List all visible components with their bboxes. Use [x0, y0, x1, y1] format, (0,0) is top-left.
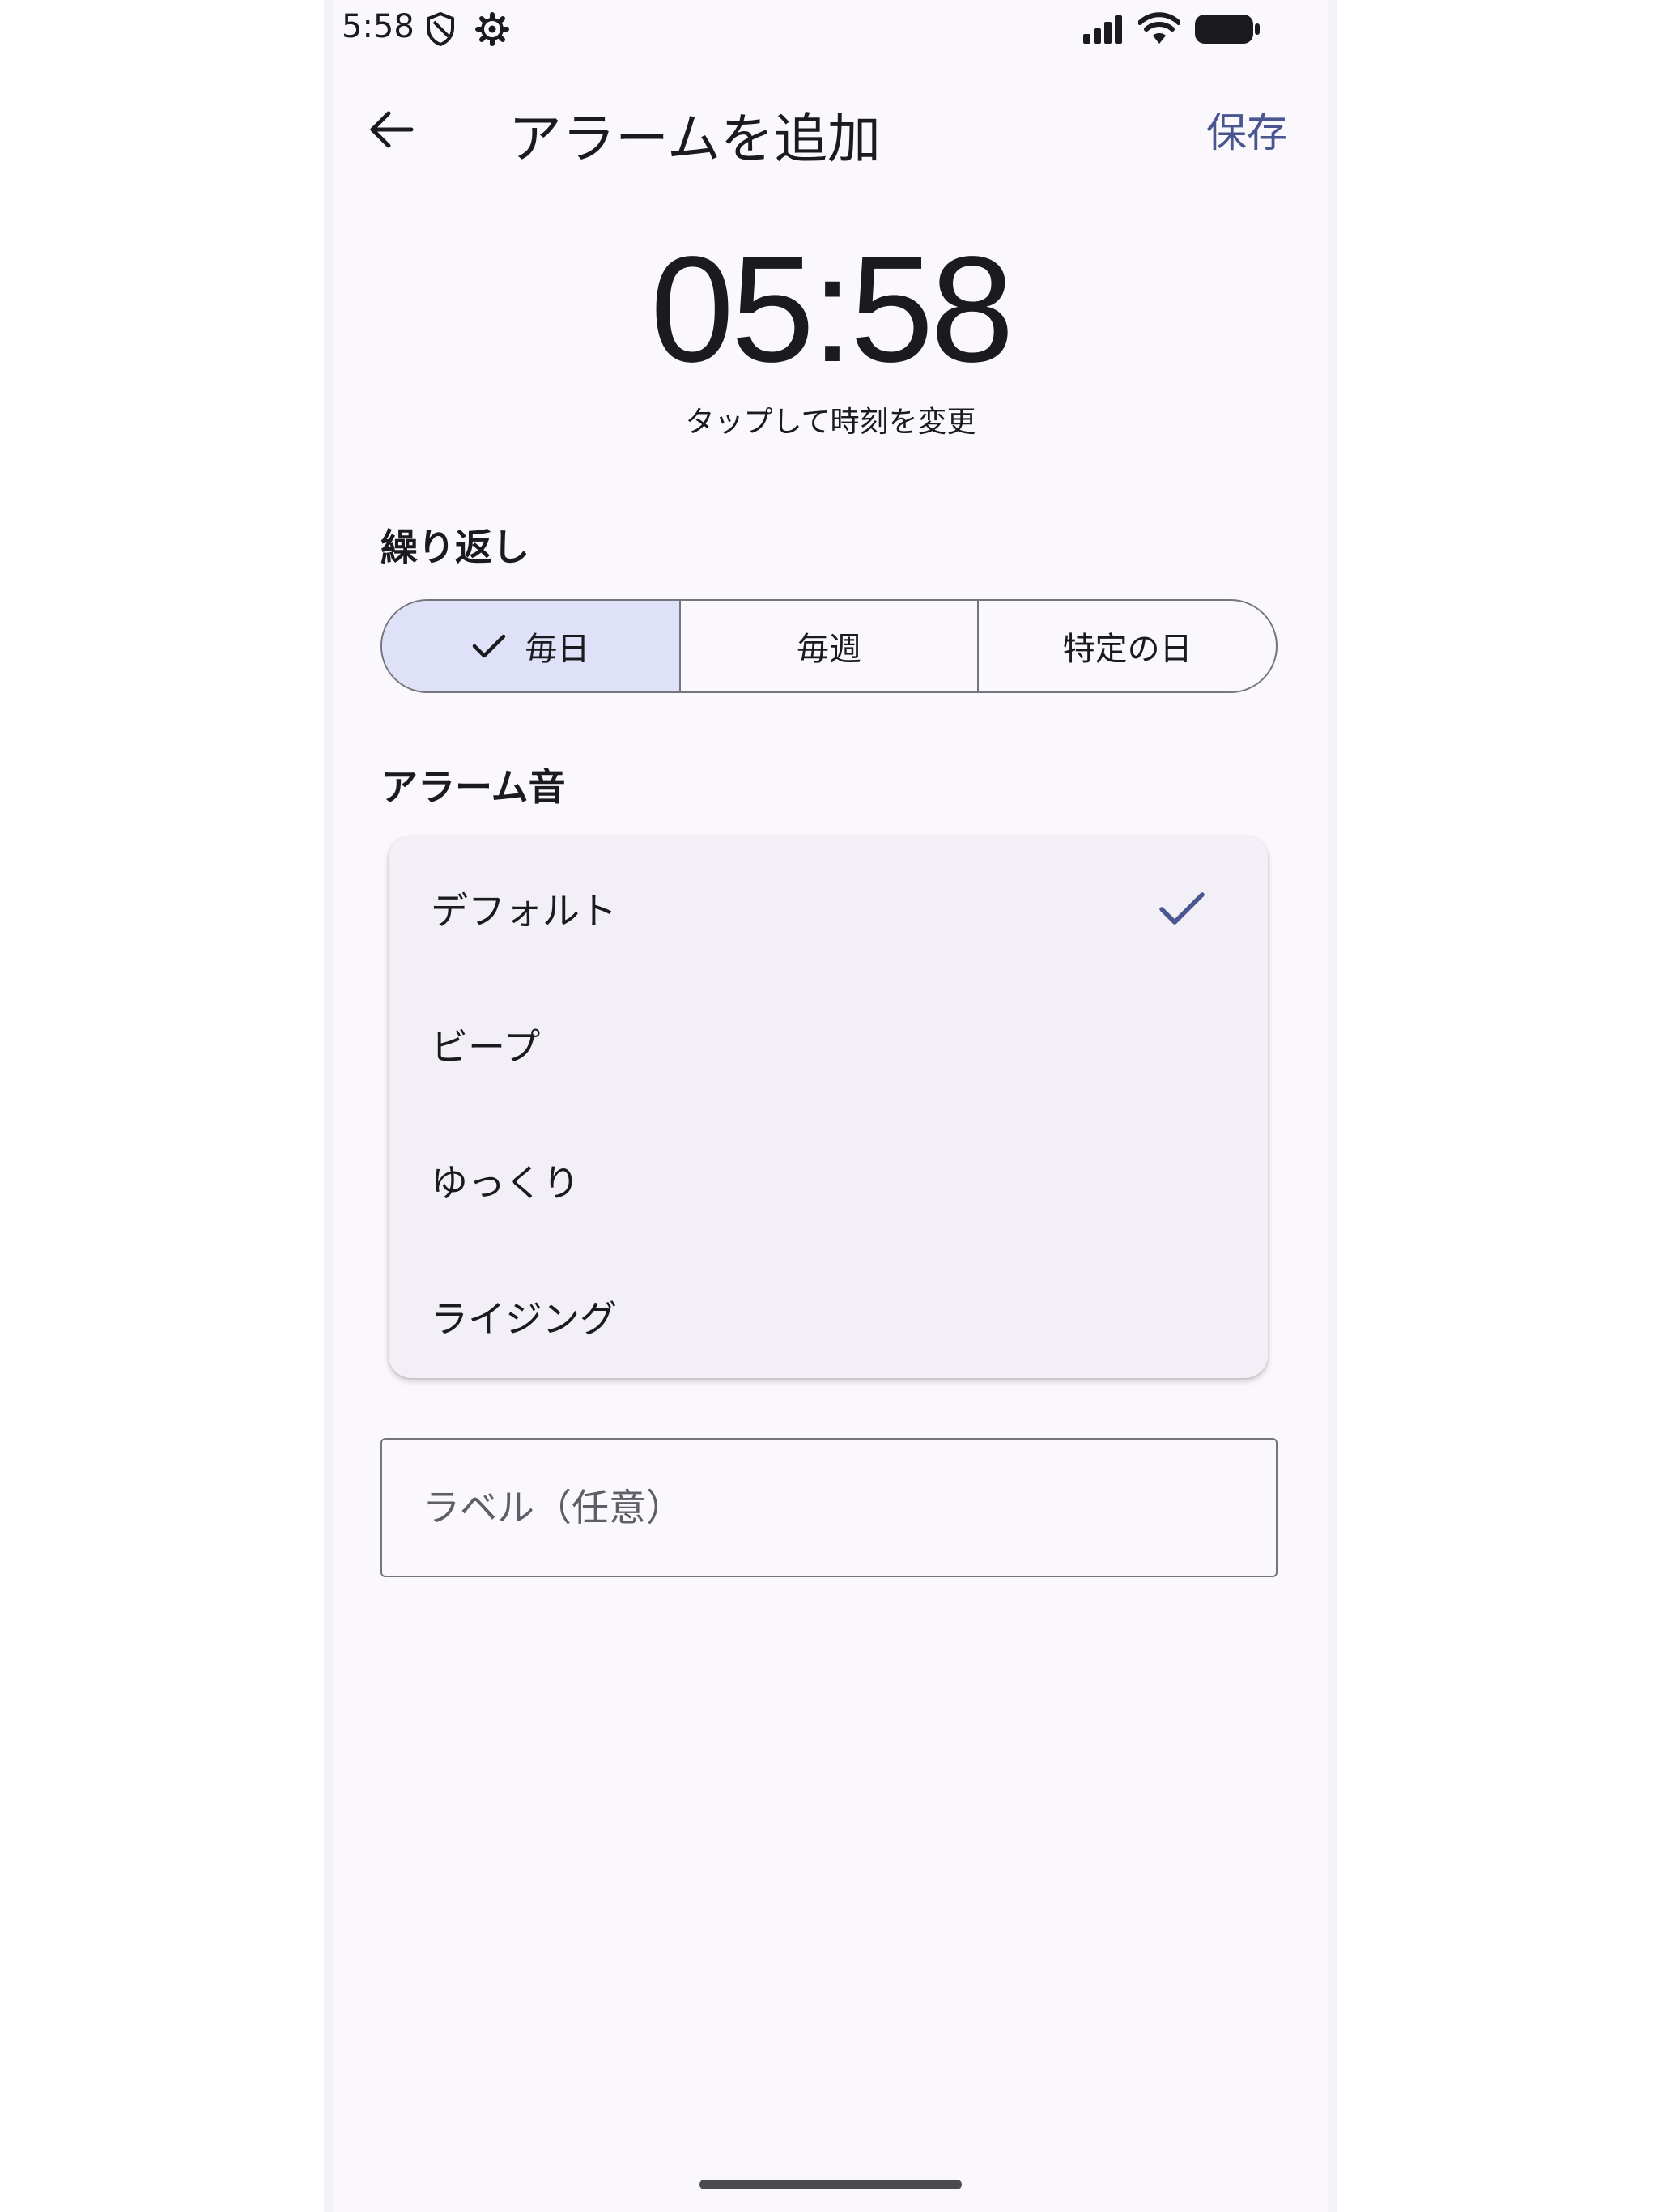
repeat-option-specific-days[interactable]: 特定の日	[977, 601, 1276, 691]
gesture-bar[interactable]	[699, 2180, 962, 2189]
sound-option-label: ゆっくり	[431, 1161, 580, 1205]
repeat-option-weekly[interactable]: 毎週	[678, 601, 978, 691]
repeat-section-label: 繰り返し	[380, 525, 529, 569]
repeat-option-label: 毎日	[525, 631, 590, 668]
sound-option-gentle[interactable]: ゆっくり	[389, 1112, 1268, 1249]
time-hint: タップして時刻を変更	[685, 406, 976, 439]
shield-icon	[424, 11, 457, 50]
sound-option-default[interactable]: デフォルト	[389, 840, 1268, 976]
check-icon	[473, 634, 506, 658]
page-title: アラームを追加	[508, 108, 882, 170]
repeat-option-label: 特定の日	[1062, 631, 1192, 668]
save-button[interactable]: 保存	[1206, 100, 1287, 159]
sound-option-label: ライジング	[431, 1297, 617, 1341]
arrow-left-icon	[370, 111, 414, 148]
sound-list: デフォルト ビープ ゆっくり ライジング	[389, 836, 1268, 1378]
selected-check-icon	[1159, 892, 1205, 925]
gear-icon	[474, 11, 510, 50]
phone-screen: 5:58 アラームを追加 保存 05:58 タップして時刻を変更 繰り返し 毎日…	[324, 0, 1337, 2212]
app-bar: アラームを追加 保存	[324, 73, 1337, 186]
alarm-label-input[interactable]	[380, 1438, 1278, 1577]
back-button[interactable]	[358, 97, 423, 162]
status-time: 5:58	[342, 8, 414, 45]
sound-section-label: アラーム音	[380, 765, 566, 809]
sound-option-label: デフォルト	[431, 889, 617, 933]
signal-icon	[1082, 15, 1127, 47]
wifi-icon	[1137, 11, 1181, 49]
repeat-segmented-control: 毎日 毎週 特定の日	[380, 599, 1278, 693]
status-bar: 5:58	[324, 0, 1337, 57]
repeat-option-daily[interactable]: 毎日	[382, 601, 679, 691]
repeat-option-label: 毎週	[797, 631, 861, 668]
sound-option-label: ビープ	[431, 1025, 541, 1069]
sound-option-rising[interactable]: ライジング	[389, 1249, 1268, 1385]
time-display[interactable]: 05:58	[324, 235, 1337, 385]
battery-icon	[1193, 13, 1261, 49]
sound-option-beep[interactable]: ビープ	[389, 976, 1268, 1112]
